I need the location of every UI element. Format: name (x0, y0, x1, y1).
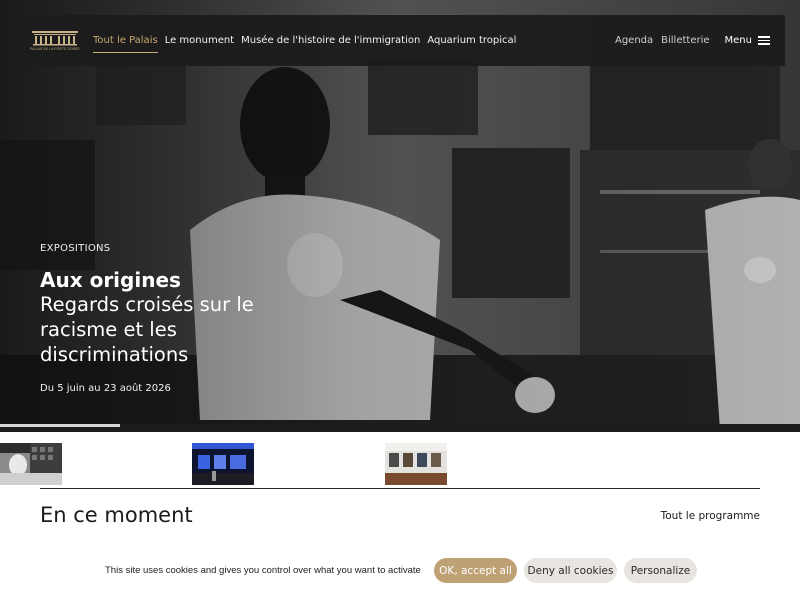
utility-nav: Agenda Billetterie Menu (607, 35, 770, 46)
section-divider (40, 488, 760, 489)
hero-title[interactable]: Aux origines (40, 268, 300, 292)
all-programme-link[interactable]: Tout le programme (661, 510, 760, 522)
nav-musee-immigration[interactable]: Musée de l'histoire de l'immigration (241, 15, 420, 66)
hero-dates: Du 5 juin au 23 août 2026 (40, 383, 171, 394)
hero-caption: EXPOSITIONS Aux origines Regards croisés… (40, 243, 300, 394)
thumbnail-image (192, 443, 254, 485)
primary-nav: Tout le Palais Le monument Musée de l'hi… (93, 15, 523, 66)
thumbnail-slide-2[interactable] (192, 443, 254, 485)
thumbnail-image (0, 443, 62, 485)
slide-thumbnails (0, 443, 800, 485)
nav-tout-le-palais[interactable]: Tout le Palais (93, 15, 158, 66)
hero-category: EXPOSITIONS (40, 243, 111, 254)
logo-wordmark: PALAIS DE LA PORTE DORÉE (30, 47, 80, 51)
deny-all-cookies-button[interactable]: Deny all cookies (524, 558, 617, 583)
accept-all-cookies-button[interactable]: OK, accept all (434, 558, 517, 583)
thumbnail-slide-1[interactable] (0, 443, 62, 485)
thumbnail-image (385, 443, 447, 485)
cookie-message: This site uses cookies and gives you con… (105, 565, 421, 576)
nav-le-monument[interactable]: Le monument (165, 15, 234, 66)
menu-label: Menu (724, 35, 752, 46)
menu-button[interactable]: Menu (725, 35, 770, 46)
nav-billetterie[interactable]: Billetterie (661, 35, 709, 46)
thumbnail-slide-3[interactable] (385, 443, 447, 485)
slider-progress-track (0, 424, 800, 432)
personalize-cookies-button[interactable]: Personalize (624, 558, 697, 583)
section-title: En ce moment (40, 503, 193, 527)
palace-logo-icon (32, 31, 78, 46)
hamburger-icon (758, 36, 770, 45)
hero-subtitle[interactable]: Regards croisés sur le racisme et les di… (40, 292, 300, 367)
nav-aquarium[interactable]: Aquarium tropical (427, 15, 516, 66)
main-navbar: PALAIS DE LA PORTE DORÉE Tout le Palais … (15, 15, 785, 66)
nav-agenda[interactable]: Agenda (615, 35, 653, 46)
site-logo[interactable]: PALAIS DE LA PORTE DORÉE (30, 30, 80, 51)
slider-progress-bar (0, 424, 120, 427)
